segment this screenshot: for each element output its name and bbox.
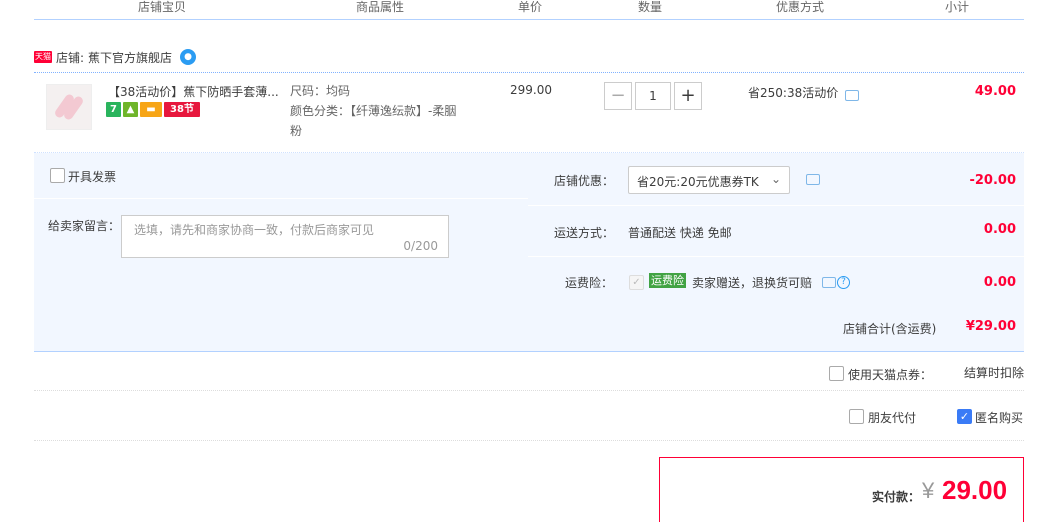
coupon-amount: -20.00 [969,173,1016,188]
product-title-link[interactable]: 【38活动价】蕉下防晒手套薄... [108,84,278,100]
product-thumbnail[interactable] [46,84,92,130]
insurance-text: 卖家赠送，退换货可赔 [692,276,813,290]
quantity-increase-button[interactable]: + [674,82,702,110]
panel-right-separator-2 [528,256,1024,257]
attr-color-cont: 粉 [290,124,303,138]
item-subtotal: 49.00 [974,84,1016,99]
shield-icon: ▲ [123,102,138,117]
total-box: 实付款： ¥ 29.00 [659,457,1024,522]
points-label: 使用天猫点券： [848,368,933,382]
points-divider [34,390,1024,391]
seven-day-return-icon: 7 [106,102,121,117]
col-header-quantity: 数量 [637,0,662,14]
invoice-label: 开具发票 [68,170,117,184]
insurance-checkbox: ✓ [629,275,644,290]
coupon-label: 店铺优惠： [554,174,615,188]
seller-memo-textarea[interactable]: 选填，请先和商家协商一致，付款后商家可见 0/200 [121,215,449,258]
shipping-label: 运送方式： [554,226,615,240]
points-value: 结算时扣除 [964,366,1025,380]
invoice-checkbox[interactable] [50,168,65,183]
col-header-price: 单价 [517,0,542,14]
shipping-amount: 0.00 [983,222,1016,237]
quantity-decrease-button[interactable]: − [604,82,632,110]
attr-color: 颜色分类：【纤薄逸纭款】-柔胭 [290,104,457,118]
coupon-select[interactable]: 省20元:20元优惠券TK ⌄ [628,166,790,194]
promo-text: 省250:38活动价 [748,86,839,100]
promo-info-icon[interactable] [845,90,859,101]
shop-label: 店铺: [56,50,85,65]
tmall-logo-icon: 天猫 [34,51,52,63]
quantity-input[interactable]: 1 [635,82,671,110]
points-checkbox[interactable] [829,366,844,381]
insurance-amount: 0.00 [983,275,1016,290]
wangwang-chat-icon[interactable]: ● [180,49,197,65]
pay-options-divider [34,440,1024,441]
col-header-promo: 优惠方式 [775,0,824,14]
col-header-attributes: 商品属性 [355,0,404,14]
chevron-down-icon: ⌄ [770,172,781,186]
col-header-subtotal: 小计 [944,0,969,14]
col-header-item: 店铺宝贝 [137,0,186,14]
festival-38-badge: 38节 [164,102,200,117]
help-icon[interactable]: ? [837,276,850,289]
memo-counter: 0/200 [403,239,438,253]
shop-total-value: ¥29.00 [965,319,1016,334]
total-label: 实付款： [872,490,921,504]
coupon-info-icon[interactable] [806,174,820,185]
quantity-stepper: − 1 + [604,82,702,110]
panel-left-separator [34,198,528,199]
unit-price: 299.00 [510,83,552,97]
insurance-tag: 运费险 [649,273,686,288]
panel-right-separator-1 [528,205,1024,206]
shop-total-label: 店铺合计(含运费) [843,322,937,336]
credit-card-icon: ▬ [140,102,162,117]
item-divider [34,72,1024,73]
insurance-chat-icon[interactable] [822,277,836,288]
attr-size: 尺码：均码 [290,84,351,98]
friend-pay-label: 朋友代付 [868,411,917,425]
order-table-header: 店铺宝贝 商品属性 单价 数量 优惠方式 小计 [34,0,1024,20]
memo-label: 给卖家留言： [48,219,121,233]
total-amount: 29.00 [942,475,1008,505]
shop-name-link[interactable]: 蕉下官方旗舰店 [88,49,172,66]
anonymous-label: 匿名购买 [975,411,1024,425]
shop-row: 天猫 店铺: 蕉下官方旗舰店 ● [34,46,197,68]
coupon-selected-value: 省20元:20元优惠券TK [637,175,759,189]
friend-pay-checkbox[interactable] [849,409,864,424]
shipping-value: 普通配送 快递 免邮 [628,226,732,240]
anonymous-checkbox[interactable]: ✓ [957,409,972,424]
memo-placeholder: 选填，请先和商家协商一致，付款后商家可见 [134,223,375,237]
service-badges: 7 ▲ ▬ 38节 [106,102,200,118]
total-currency: ¥ [922,478,935,503]
insurance-label: 运费险： [565,276,614,290]
